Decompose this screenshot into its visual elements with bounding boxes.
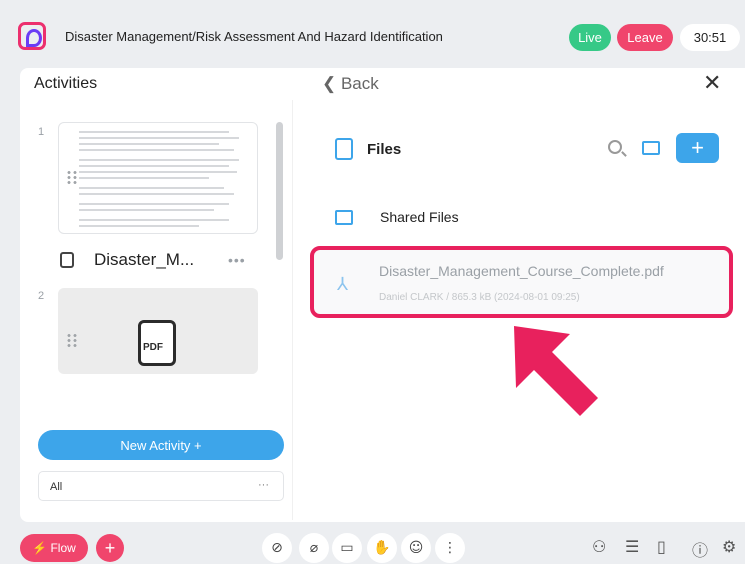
app-logo: [18, 22, 46, 50]
pdf-icon-label: PDF: [143, 342, 163, 353]
search-icon[interactable]: [608, 140, 622, 154]
leave-button[interactable]: Leave: [617, 24, 673, 51]
activity-number: 2: [38, 290, 45, 302]
raise-hand-icon[interactable]: ✋: [367, 533, 397, 563]
drag-handle-icon[interactable]: [66, 333, 78, 349]
activity-number: 1: [38, 126, 45, 138]
back-label: Back: [340, 74, 379, 93]
activities-scrollbar[interactable]: [276, 122, 283, 260]
folder-icon[interactable]: [642, 141, 660, 155]
stats-icon[interactable]: ▯: [657, 537, 666, 556]
activities-title: Activities: [34, 75, 98, 92]
emoji-icon[interactable]: ☺: [401, 533, 431, 563]
session-timer: 30:51: [680, 24, 740, 51]
mic-off-icon[interactable]: ⌀: [299, 533, 329, 563]
shared-folder-icon: [335, 210, 353, 225]
new-activity-button[interactable]: New Activity +: [38, 430, 284, 460]
activity-label[interactable]: Disaster_M...: [94, 250, 194, 270]
file-row[interactable]: [310, 246, 733, 318]
close-button[interactable]: ✕: [703, 70, 721, 96]
add-file-button[interactable]: +: [676, 133, 719, 163]
file-name[interactable]: Disaster_Management_Course_Complete.pdf: [379, 263, 664, 279]
panel-divider: [292, 100, 293, 520]
shared-files-link[interactable]: Shared Files: [380, 209, 459, 225]
filter-more-icon[interactable]: ···: [258, 479, 269, 491]
live-badge[interactable]: Live: [569, 24, 611, 51]
settings-icon[interactable]: ⚙: [722, 537, 736, 556]
chat-icon[interactable]: ☰: [625, 537, 639, 556]
activity-filter-select[interactable]: All ···: [38, 471, 284, 501]
back-button[interactable]: ❮ Back: [322, 74, 379, 94]
file-meta: Daniel CLARK / 865.3 kB (2024-08-01 09:2…: [379, 292, 580, 303]
file-icon: [335, 138, 353, 160]
document-icon: [60, 252, 74, 268]
pointer-arrow-icon: [514, 326, 598, 416]
filter-value: All: [50, 481, 63, 493]
activity-more-button[interactable]: •••: [228, 252, 246, 268]
more-vertical-icon[interactable]: ⋮: [435, 533, 465, 563]
flow-button[interactable]: ⚡ Flow: [20, 534, 88, 562]
activity-thumbnail-document[interactable]: [58, 122, 258, 234]
add-button[interactable]: +: [96, 534, 124, 562]
pdf-icon: PDF: [138, 320, 176, 366]
info-icon[interactable]: ⓘ: [692, 537, 708, 561]
screen-share-icon[interactable]: ▭: [332, 533, 362, 563]
camera-off-icon[interactable]: ⊘: [262, 533, 292, 563]
chevron-left-icon: ❮: [322, 74, 341, 93]
participants-icon[interactable]: ⚇: [592, 537, 606, 556]
pdf-file-icon: ⅄: [337, 274, 348, 294]
files-heading: Files: [367, 141, 402, 158]
drag-handle-icon[interactable]: [66, 170, 78, 186]
session-title: Disaster Management/Risk Assessment And …: [65, 29, 443, 44]
